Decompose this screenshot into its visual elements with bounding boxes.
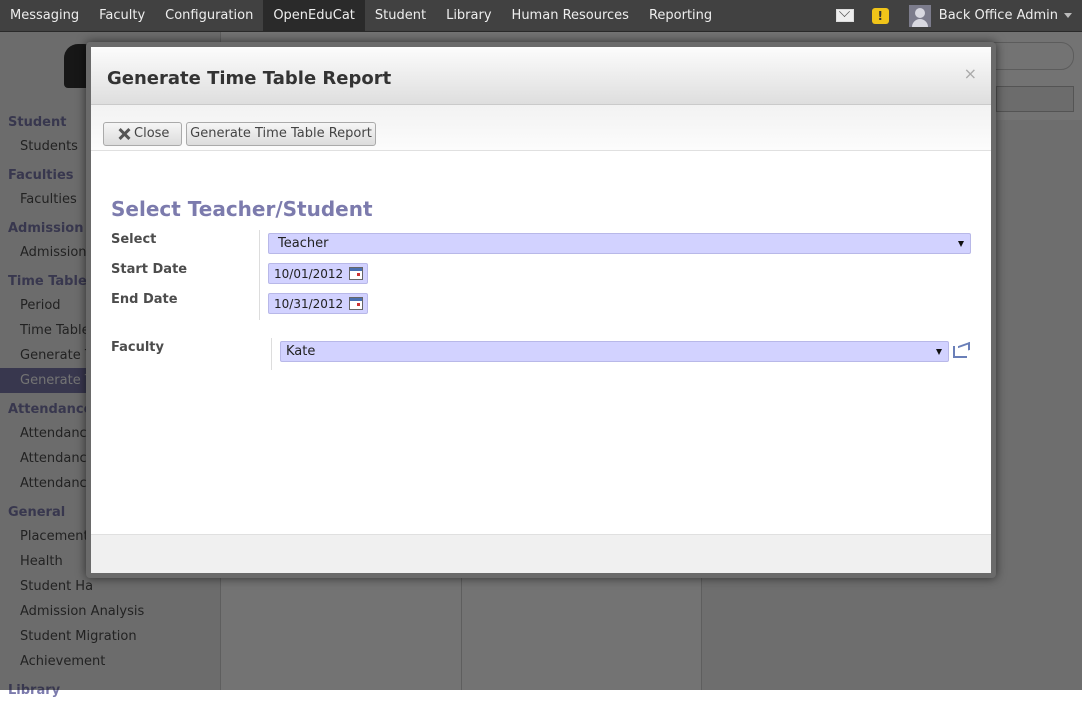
- dropdown-arrow-icon: [958, 241, 964, 247]
- close-icon[interactable]: ×: [964, 64, 977, 83]
- main-menu: Messaging Faculty Configuration OpenEduCat S…: [0, 0, 722, 31]
- dialog-title: Generate Time Table Report: [107, 68, 392, 89]
- external-link-icon[interactable]: [953, 346, 967, 358]
- start-date-field[interactable]: 10/01/2012: [268, 263, 368, 284]
- faculty-value: Kate: [286, 344, 316, 359]
- calendar-icon[interactable]: [349, 267, 363, 280]
- end-date-label: End Date: [111, 292, 178, 307]
- menu-item-openeducat[interactable]: OpenEduCat: [263, 0, 365, 31]
- mail-icon[interactable]: [835, 9, 854, 22]
- field-divider: [271, 338, 272, 370]
- menu-item-messaging[interactable]: Messaging: [0, 0, 89, 31]
- avatar[interactable]: [908, 4, 931, 27]
- close-x-icon: [118, 128, 130, 140]
- menu-item-student[interactable]: Student: [365, 0, 436, 31]
- calendar-icon[interactable]: [349, 297, 363, 310]
- menu-item-faculty[interactable]: Faculty: [89, 0, 155, 31]
- start-date-label: Start Date: [111, 262, 188, 277]
- warning-icon[interactable]: !: [871, 7, 889, 24]
- start-date-value: 10/01/2012: [274, 267, 344, 281]
- menu-item-configuration[interactable]: Configuration: [155, 0, 263, 31]
- topbar-right: ! Back Office Admin: [835, 0, 1082, 31]
- dialog-footer: [91, 534, 991, 573]
- select-dropdown[interactable]: Teacher: [268, 233, 971, 254]
- menu-item-library[interactable]: Library: [436, 0, 501, 31]
- generate-timetable-dialog: Generate Time Table Report × Close Gener…: [86, 42, 996, 578]
- select-value: Teacher: [278, 236, 329, 251]
- end-date-value: 10/31/2012: [274, 297, 344, 311]
- close-button[interactable]: Close: [103, 122, 182, 146]
- menu-item-reporting[interactable]: Reporting: [639, 0, 722, 31]
- field-divider: [259, 230, 260, 320]
- dialog-toolbar: Close Generate Time Table Report: [91, 105, 991, 151]
- faculty-dropdown[interactable]: Kate: [280, 341, 949, 362]
- dropdown-arrow-icon: [936, 349, 942, 355]
- generate-report-button[interactable]: Generate Time Table Report: [186, 122, 376, 146]
- select-label: Select: [111, 232, 157, 247]
- chevron-down-icon[interactable]: [1064, 13, 1072, 18]
- section-title: Select Teacher/Student: [111, 197, 373, 221]
- close-button-label: Close: [134, 126, 170, 141]
- faculty-label: Faculty: [111, 340, 164, 355]
- end-date-field[interactable]: 10/31/2012: [268, 293, 368, 314]
- dialog-header: Generate Time Table Report ×: [91, 47, 991, 105]
- user-menu-name[interactable]: Back Office Admin: [939, 8, 1058, 23]
- menu-item-human-resources[interactable]: Human Resources: [502, 0, 639, 31]
- top-menu-bar: Messaging Faculty Configuration OpenEduCat S…: [0, 0, 1082, 32]
